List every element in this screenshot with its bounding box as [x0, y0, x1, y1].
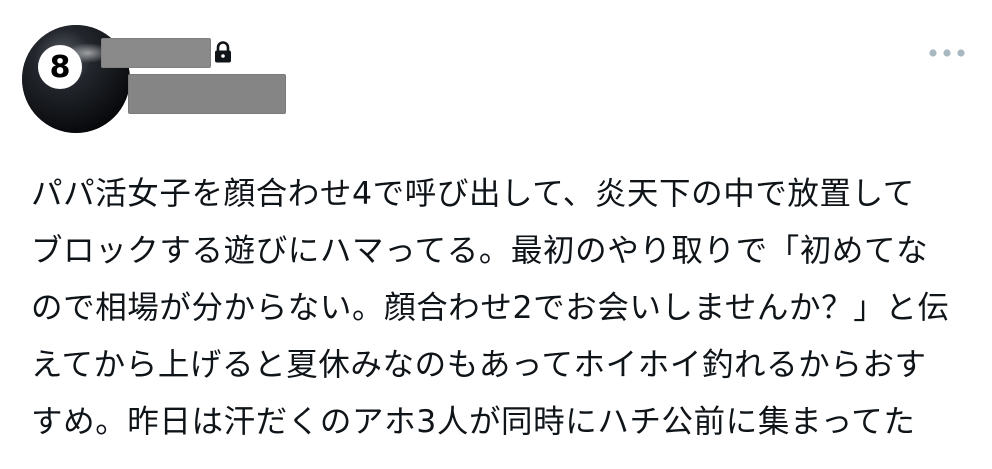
avatar-label: 8: [50, 50, 71, 85]
author-handle-redacted[interactable]: [128, 74, 286, 114]
lock-icon: [215, 41, 231, 63]
author-name-redacted[interactable]: [101, 38, 211, 68]
tweet-card: 8 パパ活女子を顔合わせ4で呼び出して、炎天下の中で放置して ブロックする遊びに…: [0, 0, 992, 469]
more-options-icon[interactable]: [926, 44, 968, 62]
tweet-text: パパ活女子を顔合わせ4で呼び出して、炎天下の中で放置して ブロックする遊びにハマ…: [31, 176, 950, 440]
